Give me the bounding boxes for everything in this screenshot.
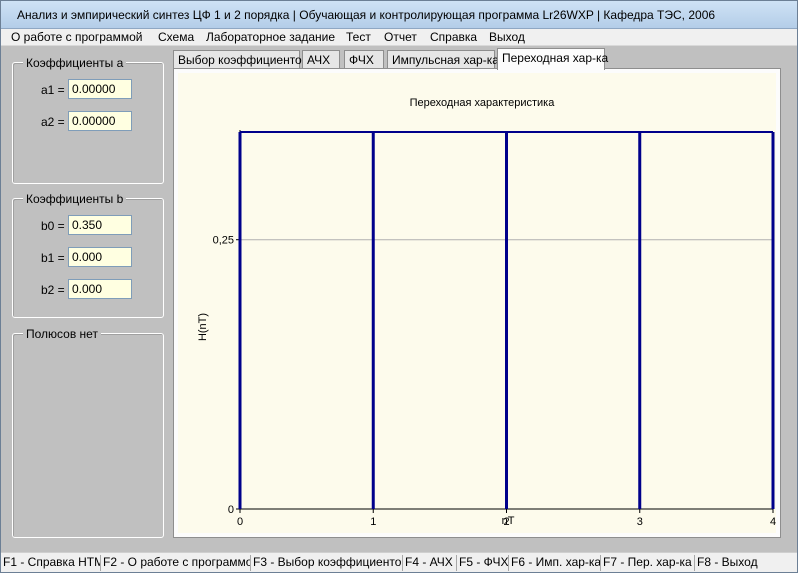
a1-input[interactable] [68, 79, 132, 99]
title-bar[interactable]: Анализ и эмпирический синтез ЦФ 1 и 2 по… [1, 1, 797, 29]
tab-phase-response[interactable]: ФЧХ [344, 50, 384, 69]
poles-group: Полюсов нет [12, 327, 164, 538]
b0-label: b0 = [41, 219, 65, 233]
menu-exit[interactable]: Выход [489, 30, 525, 44]
status-f6-impulse[interactable]: F6 - Имп. хар-ка [509, 555, 601, 571]
b2-label: b2 = [41, 283, 65, 297]
chart-x-tick-label: 4 [770, 516, 776, 528]
status-bar: F1 - Справка HTML F2 - О работе с програ… [1, 552, 797, 572]
status-f2-about[interactable]: F2 - О работе с программой [101, 555, 251, 571]
chart-y-tick-label: 0 [228, 504, 234, 516]
menu-bar: О работе с программой Схема Лабораторное… [1, 29, 797, 46]
chart-title: Переходная характеристика [410, 97, 556, 109]
app-window: Анализ и эмпирический синтез ЦФ 1 и 2 по… [0, 0, 798, 573]
status-f7-step[interactable]: F7 - Пер. хар-ка [601, 555, 695, 571]
tab-impulse-response[interactable]: Импульсная хар-ка [387, 50, 499, 69]
menu-scheme[interactable]: Схема [158, 30, 194, 44]
status-f1-help[interactable]: F1 - Справка HTML [1, 555, 101, 571]
tab-step-response[interactable]: Переходная хар-ка [497, 48, 608, 70]
step-response-chart: Переходная характеристика H(nT) nT 0 0,25… [178, 73, 776, 533]
tab-coefficients[interactable]: Выбор коэффициентов [173, 50, 308, 69]
a1-label: a1 = [41, 83, 65, 97]
menu-help[interactable]: Справка [430, 30, 477, 44]
client-area: Коэффициенты a a1 = a2 = Коэффициенты b … [1, 46, 797, 552]
b1-label: b1 = [41, 251, 65, 265]
status-f5-phase[interactable]: F5 - ФЧХ [457, 555, 509, 571]
poles-title: Полюсов нет [23, 327, 101, 341]
chart-x-tick-label: 0 [237, 516, 243, 528]
chart-y-tick-label: 0,25 [213, 235, 234, 247]
menu-about[interactable]: О работе с программой [11, 30, 142, 44]
chart-svg: Переходная характеристика H(nT) nT 00,25… [197, 97, 776, 528]
coeff-b-title: Коэффициенты b [23, 192, 127, 206]
b0-input[interactable] [68, 215, 132, 235]
b2-input[interactable] [68, 279, 132, 299]
coeff-a-group: Коэффициенты a a1 = a2 = [12, 56, 164, 184]
chart-y-axis-label: H(nT) [197, 313, 209, 341]
a2-input[interactable] [68, 111, 132, 131]
status-f3-coefficients[interactable]: F3 - Выбор коэффициентов [251, 555, 403, 571]
menu-lab-task[interactable]: Лабораторное задание [206, 30, 335, 44]
tab-amplitude-response[interactable]: АЧХ [302, 50, 340, 69]
status-f4-amplitude[interactable]: F4 - АЧХ [403, 555, 457, 571]
chart-x-tick-label: 3 [637, 516, 643, 528]
b1-input[interactable] [68, 247, 132, 267]
a2-label: a2 = [41, 115, 65, 129]
menu-report[interactable]: Отчет [384, 30, 417, 44]
chart-x-tick-label: 2 [503, 516, 509, 528]
status-f8-exit[interactable]: F8 - Выход [695, 555, 797, 571]
coeff-a-title: Коэффициенты a [23, 56, 127, 70]
chart-x-tick-label: 1 [370, 516, 376, 528]
tab-panel: Переходная характеристика H(nT) nT 0 0,25… [173, 68, 781, 538]
menu-test[interactable]: Тест [346, 30, 371, 44]
coeff-b-group: Коэффициенты b b0 = b1 = b2 = [12, 192, 164, 318]
window-title: Анализ и эмпирический синтез ЦФ 1 и 2 по… [17, 8, 716, 22]
